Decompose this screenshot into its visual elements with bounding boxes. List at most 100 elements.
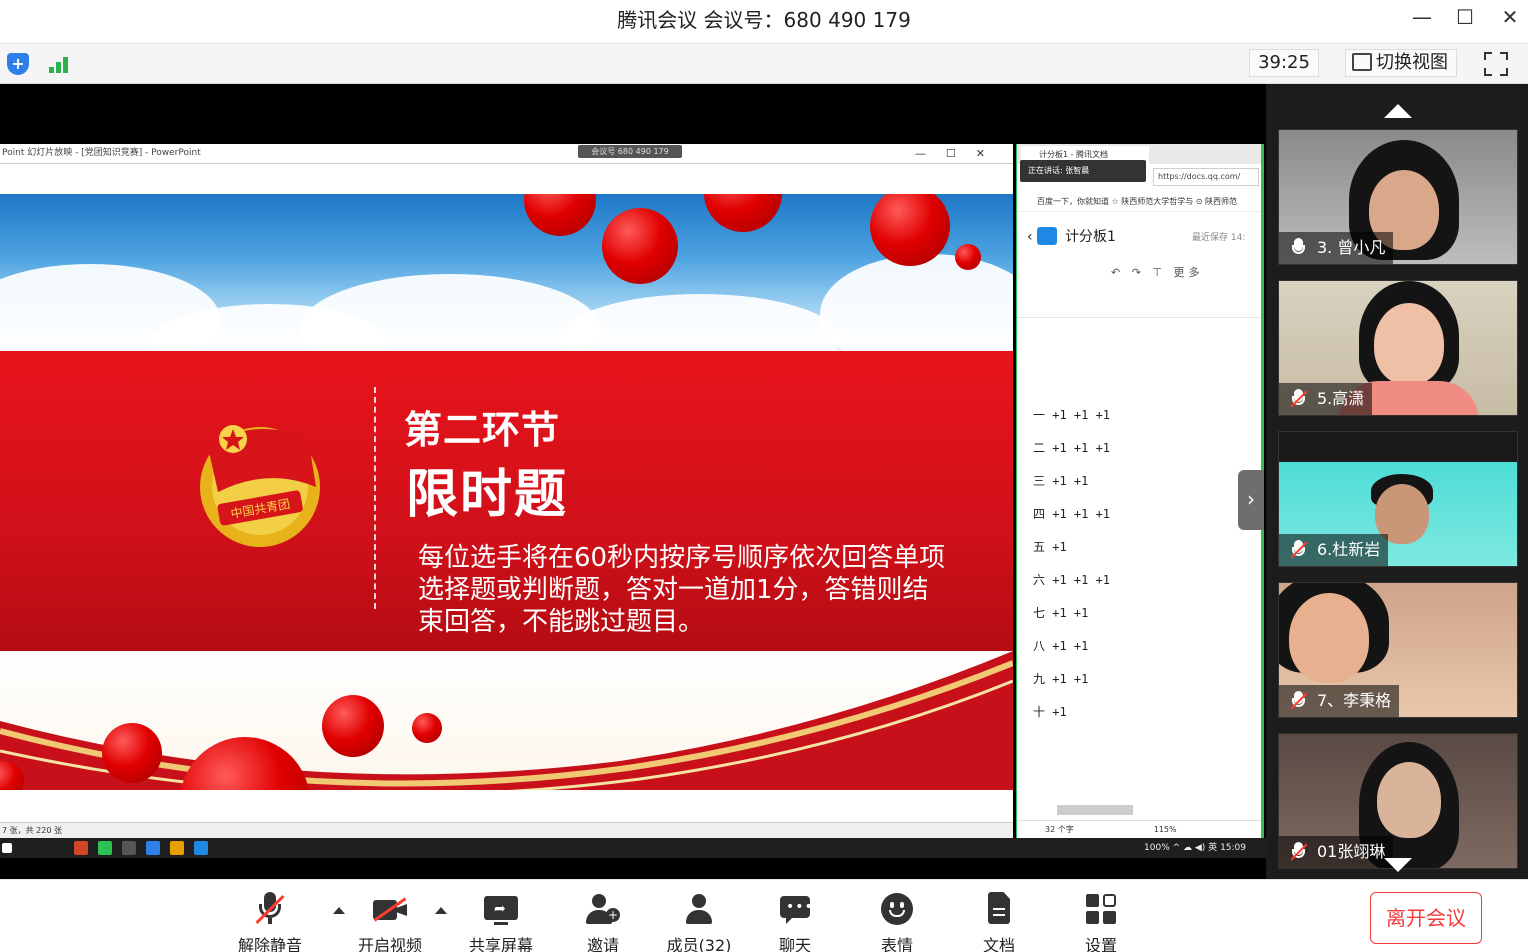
tencent-meeting-window: 腾讯会议 会议号：680 490 179 — ☐ ✕ + 39:25 切换视图 … <box>0 0 1528 952</box>
documents-button[interactable]: 文档 <box>959 888 1039 952</box>
app-taskbar-icon <box>122 841 136 855</box>
switch-view-button[interactable]: 切换视图 <box>1345 49 1457 77</box>
settings-label: 设置 <box>1084 936 1117 952</box>
fullscreen-icon[interactable] <box>1484 52 1508 76</box>
slide-subsection-title: 限时题 <box>406 465 569 525</box>
invite-user-icon: + <box>586 892 620 926</box>
security-shield-icon[interactable]: + <box>7 53 29 75</box>
powerpoint-taskbar-icon <box>74 841 88 855</box>
invite-label: 邀请 <box>586 936 619 952</box>
score-line: 五 +1 <box>1033 540 1067 554</box>
score-line: 八 +1 +1 <box>1033 639 1089 653</box>
share-screen-label: 共享屏幕 <box>468 936 533 952</box>
shared-screen: Point 幻灯片放映 - [党团知识竞赛] - PowerPoint 会议号 … <box>0 84 1266 879</box>
word-count: 32 个字 <box>1045 825 1074 834</box>
invite-button[interactable]: + 邀请 <box>563 888 643 952</box>
participant-name: 7、李秉格 <box>1279 685 1400 717</box>
address-bar[interactable]: https://docs.qq.com/ <box>1153 168 1259 186</box>
meeting-badge: 会议号 680 490 179 <box>578 145 682 158</box>
participants-panel: 3. 曾小凡 5.高潇 6.杜新岩 7、李秉格 01张翊琳 <box>1266 84 1528 879</box>
members-label: 成员(32) <box>666 936 732 952</box>
participant-name: 01张翊琳 <box>1279 836 1394 868</box>
documents-label: 文档 <box>982 936 1015 952</box>
doc-toolbar: ↶ ↷ ⊤ 更多 <box>1111 266 1204 279</box>
score-line: 十 +1 <box>1033 705 1067 719</box>
microphone-icon <box>1289 238 1307 258</box>
microphone-muted-icon <box>1289 389 1308 409</box>
participant-tile[interactable]: 3. 曾小凡 <box>1278 129 1518 265</box>
system-tray: 100% ^ ☁ ◀) 英 15:09 <box>1144 843 1246 853</box>
maximize-button[interactable]: ☐ <box>1445 2 1485 32</box>
unmute-button[interactable]: 解除静音 <box>230 888 310 952</box>
slide-bottom <box>0 651 1013 790</box>
video-options-caret-icon[interactable] <box>435 907 447 914</box>
score-line: 三 +1 +1 <box>1033 474 1089 488</box>
doc-header: ‹ 计分板1 <box>1027 227 1116 245</box>
share-screen-button[interactable]: ➦ 共享屏幕 <box>461 888 541 952</box>
participant-tile[interactable]: 5.高潇 <box>1278 280 1518 416</box>
reactions-label: 表情 <box>880 936 913 952</box>
minimize-button[interactable]: — <box>1402 2 1442 32</box>
app-taskbar-icon <box>170 841 184 855</box>
microphone-muted-icon <box>253 892 287 926</box>
settings-grid-icon <box>1084 892 1118 926</box>
slide-divider <box>374 387 376 609</box>
members-button[interactable]: 成员(32) <box>659 888 739 952</box>
microphone-muted-icon <box>1289 691 1308 711</box>
switch-view-icon <box>1352 53 1372 71</box>
windows-taskbar: 100% ^ ☁ ◀) 英 15:09 <box>0 838 1266 858</box>
start-video-label: 开启视频 <box>357 936 422 952</box>
doc-status-bar: 32 个字 115% <box>1017 820 1261 838</box>
participant-tile[interactable]: 7、李秉格 <box>1278 582 1518 718</box>
title-bar: 腾讯会议 会议号：680 490 179 — ☐ ✕ <box>0 0 1528 44</box>
participant-name: 6.杜新岩 <box>1279 534 1389 566</box>
scroll-up-icon[interactable] <box>1384 104 1412 118</box>
horizontal-scrollbar[interactable] <box>1057 805 1133 815</box>
microphone-muted-icon <box>1289 842 1308 862</box>
score-line: 七 +1 +1 <box>1033 606 1089 620</box>
score-line: 九 +1 +1 <box>1033 672 1089 686</box>
camera-off-icon <box>373 892 407 926</box>
ime-indicator: 英 <box>1208 843 1218 853</box>
chat-button[interactable]: ••• 聊天 <box>755 888 835 952</box>
participant-name: 5.高潇 <box>1279 383 1373 415</box>
speaking-indicator: 正在讲话: 张智晨 <box>1020 160 1146 182</box>
document-icon <box>982 892 1016 926</box>
switch-view-label: 切换视图 <box>1376 52 1448 73</box>
score-line: 四 +1 +1 +1 <box>1033 507 1111 521</box>
reactions-button[interactable]: 表情 <box>857 888 937 952</box>
powerpoint-window: Point 幻灯片放映 - [党团知识竞赛] - PowerPoint 会议号 … <box>0 144 1013 838</box>
score-line: 一 +1 +1 +1 <box>1033 408 1111 422</box>
doc-title[interactable]: 计分板1 <box>1065 229 1116 245</box>
collapse-panel-button[interactable]: › <box>1238 470 1264 530</box>
slide-section-title: 第二环节 <box>404 408 561 452</box>
slide-description: 每位选手将在60秒内按序号顺序依次回答单项选择题或判断题，答对一道加1分，答错则… <box>418 543 946 637</box>
tencent-docs-window: 计分板1 - 腾讯文档 正在讲话: 张智晨 https://docs.qq.co… <box>1016 144 1264 838</box>
participant-name: 3. 曾小凡 <box>1279 232 1394 264</box>
participant-tile[interactable]: 01张翊琳 <box>1278 733 1518 869</box>
chat-bubble-icon: ••• <box>778 892 813 926</box>
more-menu[interactable]: 更多 <box>1174 266 1204 279</box>
scroll-down-icon[interactable] <box>1384 858 1412 872</box>
ppt-window-controls: —☐✕ <box>914 147 1005 160</box>
doc-zoom: 115% <box>1153 825 1177 834</box>
score-line: 二 +1 +1 +1 <box>1033 441 1111 455</box>
emoji-icon <box>880 892 914 926</box>
close-button[interactable]: ✕ <box>1490 2 1528 32</box>
share-screen-icon: ➦ <box>484 892 518 926</box>
bookmarks-bar: 百度一下，你就知道 ☆ 陕西师范大学哲学与 ⊙ 陕西师范 <box>1017 192 1261 212</box>
score-line: 六 +1 +1 +1 <box>1033 573 1111 587</box>
youth-league-emblem-icon: 中国共青团 <box>200 425 320 547</box>
participant-tile[interactable]: 6.杜新岩 <box>1278 431 1518 567</box>
ppt-status-bar: 7 张，共 220 张 <box>0 822 1013 838</box>
network-signal-icon[interactable] <box>49 55 73 73</box>
start-video-button[interactable]: 开启视频 <box>350 888 430 952</box>
edge-taskbar-icon <box>194 841 208 855</box>
chat-label: 聊天 <box>778 936 811 952</box>
audio-options-caret-icon[interactable] <box>333 907 345 914</box>
doc-content[interactable]: 一 +1 +1 +1 二 +1 +1 +1 三 +1 +1 四 +1 +1 +1… <box>1033 406 1110 736</box>
leave-meeting-button[interactable]: 离开会议 <box>1370 892 1482 944</box>
window-title: 腾讯会议 会议号：680 490 179 <box>617 8 911 32</box>
settings-button[interactable]: 设置 <box>1061 888 1141 952</box>
members-icon <box>682 892 716 926</box>
